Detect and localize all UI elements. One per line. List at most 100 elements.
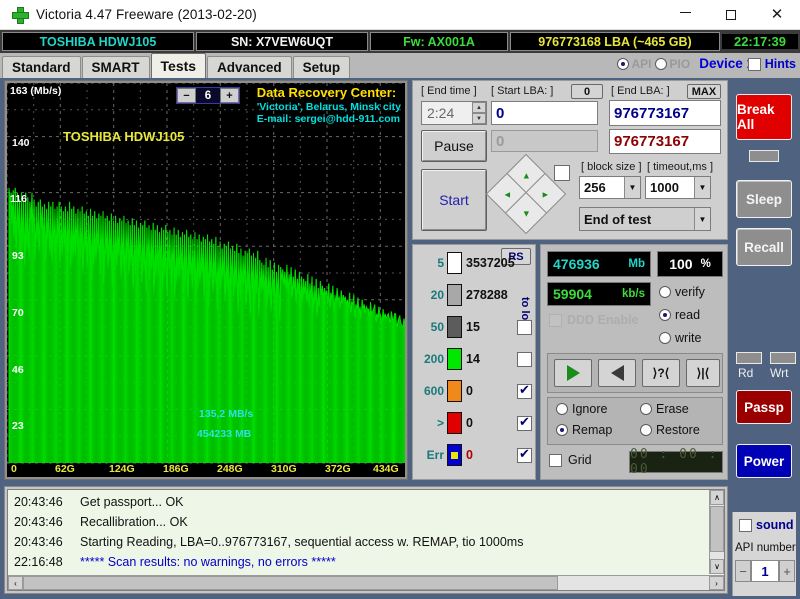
tab-advanced[interactable]: Advanced: [207, 56, 292, 78]
radio-api[interactable]: [616, 57, 629, 70]
sound-checkbox[interactable]: [739, 518, 752, 532]
zoom-in-button[interactable]: +: [220, 88, 239, 103]
end-lba-input[interactable]: 976773167: [609, 100, 721, 126]
close-icon[interactable]: ✕: [754, 0, 800, 30]
start-lba-current: 0: [491, 130, 598, 152]
mode-verify[interactable]: verify: [659, 285, 705, 299]
hscroll-thumb[interactable]: [23, 576, 558, 590]
block-time-legend-panel: RS to log: 5 3537205 20 278288 50 15 200 14 600 0…: [412, 244, 536, 480]
radio-ignore[interactable]: [556, 403, 568, 415]
zoom-out-button[interactable]: −: [177, 88, 196, 103]
log-list[interactable]: 20:43:46 Get passport... OK 20:43:46 Recall…: [7, 489, 725, 591]
graph-zoom-control: − 6 +: [176, 87, 240, 104]
radio-read[interactable]: [659, 309, 671, 321]
action-restore[interactable]: Restore: [640, 423, 700, 437]
hints-checkbox[interactable]: [747, 57, 761, 71]
action-remap[interactable]: Remap: [556, 423, 612, 437]
elapsed-timer: 00 : 00 : 00: [629, 447, 723, 477]
start-lba-input[interactable]: 0: [491, 101, 598, 125]
chevron-down-icon[interactable]: ▼: [694, 208, 710, 230]
pause-button[interactable]: Pause: [421, 130, 487, 162]
tab-smart[interactable]: SMART: [81, 56, 150, 78]
radio-write[interactable]: [659, 332, 671, 344]
clock: 22:17:39: [722, 34, 798, 49]
mode-write[interactable]: write: [659, 331, 701, 345]
y-axis-top-label: 163 (Mb/s): [10, 85, 62, 97]
log-time: 20:43:46: [14, 495, 63, 509]
legend-log-checkbox[interactable]: [517, 319, 532, 335]
api-number-stepper[interactable]: − 1 +: [735, 560, 795, 582]
y-tick-116: 116: [10, 193, 27, 205]
legend-log-checkbox[interactable]: [517, 382, 532, 399]
end-lba-max-button[interactable]: MAX: [687, 84, 721, 99]
recall-button[interactable]: Recall: [736, 228, 792, 266]
tab-tests[interactable]: Tests: [150, 53, 207, 78]
log-horizontal-scrollbar[interactable]: ‹ ›: [8, 575, 724, 590]
tab-standard[interactable]: Standard: [2, 56, 81, 78]
scroll-left-icon[interactable]: ‹: [8, 576, 23, 590]
rd-label: Rd: [738, 366, 754, 380]
percent-unit: %: [700, 258, 711, 270]
log-line: 20:43:46 Recallibration... OK: [8, 512, 724, 532]
api-number-label: API number: [735, 542, 796, 554]
action-ignore[interactable]: Ignore: [556, 402, 607, 416]
break-all-button[interactable]: Break All: [736, 94, 792, 140]
legend-color-swatch: [447, 444, 462, 466]
api-number-increment[interactable]: +: [779, 560, 795, 582]
radio-pio[interactable]: [654, 57, 667, 70]
mode-read[interactable]: read: [659, 308, 700, 322]
api-number-value: 1: [751, 560, 779, 582]
vscroll-thumb[interactable]: [710, 506, 724, 552]
play-forward-button[interactable]: [554, 359, 592, 387]
hints-toggle[interactable]: Hints: [747, 57, 796, 71]
credit-line-1: Data Recovery Center:: [256, 85, 397, 100]
speed-value: 59904: [553, 286, 592, 302]
timeout-value: 1000: [650, 180, 679, 195]
tab-setup[interactable]: Setup: [292, 56, 351, 78]
legend-log-checkbox[interactable]: [517, 351, 532, 367]
log-vertical-scrollbar[interactable]: ∧ ∨: [709, 490, 724, 574]
start-lba-zero-button[interactable]: 0: [571, 84, 603, 99]
legend-count: 0: [466, 384, 473, 398]
maximize-icon[interactable]: [708, 0, 754, 30]
credit-line-2: 'Victoria', Belarus, Minsk city: [256, 100, 401, 113]
end-time-field[interactable]: 2:24 ▲ ▼: [421, 101, 487, 125]
chevron-down-icon[interactable]: ▼: [624, 177, 640, 198]
timeout-select[interactable]: 1000 ▼: [645, 176, 711, 199]
block-size-select[interactable]: 256 ▼: [579, 176, 641, 199]
sleep-button[interactable]: Sleep: [736, 180, 792, 218]
end-action-select[interactable]: End of test ▼: [579, 207, 711, 231]
scan-graph[interactable]: 163 (Mb/s) 140 116 93 70 46 23 0 62G 124…: [7, 83, 405, 477]
drive-capacity: 976773168 LBA (~465 GB): [510, 32, 720, 51]
action-erase[interactable]: Erase: [640, 402, 689, 416]
log-line: 20:43:46 Get passport... OK: [8, 492, 724, 512]
credit-line-3: E-mail: sergei@hdd-911.com: [256, 113, 401, 125]
legend-row: Err 0: [413, 441, 537, 469]
passport-button[interactable]: Passp: [736, 390, 792, 424]
legend-count: 0: [466, 416, 473, 430]
grid-checkbox[interactable]: [549, 453, 562, 467]
radio-verify[interactable]: [659, 286, 671, 298]
scan-unknown-button[interactable]: ⟩?⟨: [642, 359, 680, 387]
sound-toggle[interactable]: sound: [739, 518, 794, 532]
radio-remap[interactable]: [556, 424, 568, 436]
scroll-down-icon[interactable]: ∨: [710, 559, 724, 574]
scroll-right-icon[interactable]: ›: [709, 576, 724, 590]
start-button[interactable]: Start: [421, 169, 487, 231]
go-start-button[interactable]: ⟩|⟨: [686, 359, 720, 387]
radio-erase[interactable]: [640, 403, 652, 415]
play-back-button[interactable]: [598, 359, 636, 387]
legend-log-checkbox[interactable]: [517, 414, 532, 431]
api-number-decrement[interactable]: −: [735, 560, 751, 582]
minimize-icon[interactable]: [662, 0, 708, 30]
percent-readout: 100 %: [657, 251, 723, 277]
power-button[interactable]: Power: [736, 444, 792, 478]
legend-threshold: 200: [423, 352, 444, 366]
percent-value: 100: [669, 256, 693, 272]
legend-log-checkbox[interactable]: [517, 446, 532, 463]
scroll-up-icon[interactable]: ∧: [710, 490, 724, 505]
chevron-down-icon[interactable]: ▼: [694, 177, 710, 198]
volume-unit: Mb: [628, 258, 645, 270]
grid-toggle[interactable]: Grid: [549, 453, 592, 467]
radio-restore[interactable]: [640, 424, 652, 436]
